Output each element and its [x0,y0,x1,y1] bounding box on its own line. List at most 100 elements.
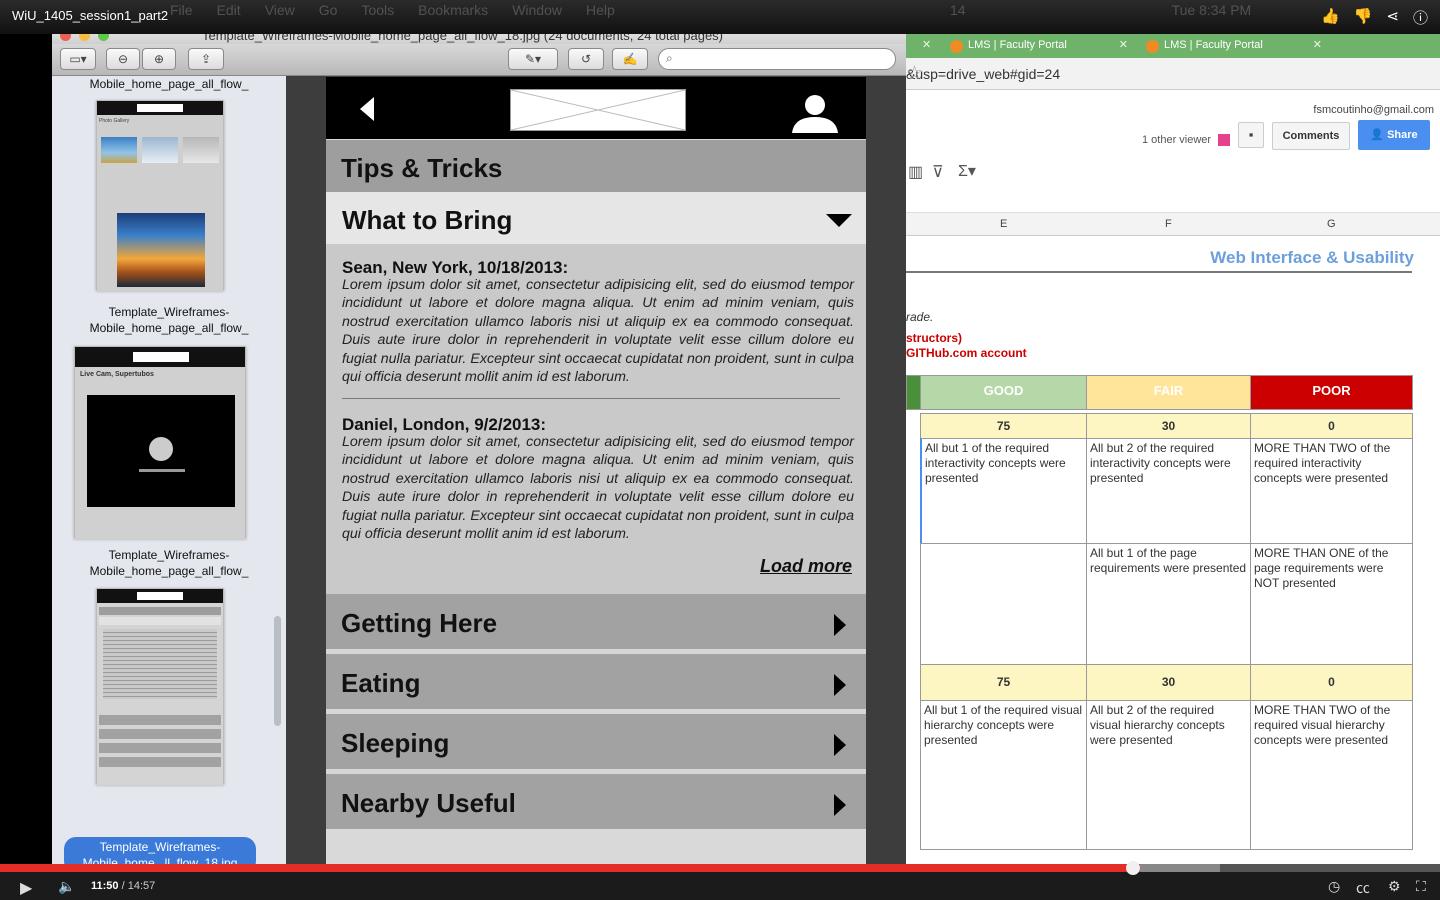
address-bar[interactable]: &usp=drive_web#gid=24 ☆ [906,58,1440,90]
chevron-down-icon [826,214,852,227]
share-icon[interactable]: ⋖ [1386,7,1399,28]
rubric-cell[interactable]: MORE THAN TWO of the required interactiv… [1250,438,1413,544]
close-tab-icon[interactable]: ✕ [1313,38,1322,51]
rubric-cell[interactable]: All but 2 of the required visual hierarc… [1086,700,1251,850]
thumbnail-page[interactable]: Photo Gallery [96,100,224,291]
accordion-label: Nearby Useful [341,788,516,818]
score-cell[interactable]: 0 [1250,413,1413,439]
close-tab-icon[interactable]: ✕ [922,38,931,51]
chevron-right-icon [834,614,846,636]
rating-header-fair[interactable]: FAIR [1086,375,1251,410]
zoom-out-button[interactable]: ⊖ [106,48,140,70]
accordion-what-to-bring[interactable]: What to Bring [326,192,866,244]
browser-tab[interactable]: LMS | Faculty Portal ✕ [942,36,1128,58]
sidebar-toggle-button[interactable]: ▭▾ [60,48,96,70]
note-text: GITHub.com account [906,346,1027,360]
account-email[interactable]: fsmcoutinho@gmail.com [1313,104,1434,116]
pen-icon: ✎▾ [524,52,542,66]
thumbnail-video [87,395,235,507]
preview-toolbar: ▭▾ ⊖ ⊕ ⇪ ✎▾ ↺ ✍ ⌕ [52,44,908,76]
rubric-cell[interactable]: All but 1 of the required visual hierarc… [920,700,1087,850]
share-button[interactable]: ⇪ [188,48,224,70]
annotate-button[interactable]: ✎▾ [508,48,558,70]
chart-icon[interactable]: ▥ [908,162,923,182]
load-more-link[interactable]: Load more [760,556,852,577]
section-title: Tips & Tricks [326,140,866,192]
filter-icon[interactable]: ⊽ [932,162,944,182]
mobile-wireframe: Tips & Tricks What to Bring Sean, New Yo… [326,77,866,868]
thumbnail-page[interactable] [96,588,224,785]
share-button[interactable]: 👤 Share [1358,120,1430,150]
zoom-out-icon: ⊖ [117,52,129,66]
accordion-eating[interactable]: Eating [326,654,866,709]
accordion-nearby-useful[interactable]: Nearby Useful [326,774,866,829]
thumbnail-label: Mobile_home_page_all_flow_ [89,77,249,91]
play-icon[interactable]: ▶ [20,878,32,898]
accordion-getting-here[interactable]: Getting Here [326,594,866,649]
rubric-cell[interactable]: All but 1 of the required interactivity … [920,438,1087,544]
like-icon[interactable]: 👍 [1321,7,1340,28]
screen: Template_Wireframes-Mobile_home_page_all… [0,0,1440,900]
review-text: Lorem ipsum dolor sit amet, consectetur … [342,277,854,386]
tab-label: LMS | Faculty Portal [968,39,1067,51]
person-icon: 👤 [1370,129,1388,141]
video-title-bar: WiU_1405_session1_part2 👍 👎 ⋖ ⓘ [0,0,1440,34]
rubric-cell[interactable]: All but 2 of the required interactivity … [1086,438,1251,544]
thumbnail-page[interactable]: Live Cam, Supertubos [74,346,246,539]
column-header-g[interactable]: G [1327,218,1336,230]
close-tab-icon[interactable]: ✕ [1119,38,1128,51]
progress-track[interactable] [0,861,1440,875]
rating-header-good[interactable]: GOOD [920,375,1087,410]
progress-scrubber[interactable] [1126,861,1140,875]
thumbnail-image [183,137,219,163]
review-author: Sean, New York, 10/18/2013: [342,258,569,277]
bookmark-star-icon[interactable]: ☆ [906,62,1432,85]
rubric-cell[interactable]: MORE THAN TWO of the required visual hie… [1250,700,1413,850]
volume-icon[interactable]: 🔈 [58,878,75,895]
play-icon [149,437,173,461]
user-profile-icon[interactable] [790,93,840,133]
rubric-cell[interactable]: All but 1 of the page requirements were … [1086,543,1251,665]
captions-icon[interactable]: ㏄ [1356,878,1370,898]
column-header-f[interactable]: F [1165,218,1172,230]
score-cell[interactable]: 30 [1086,413,1251,439]
thumbnail-label: Template_Wireframes- Mobile_home_page_al… [89,305,249,335]
rating-header-poor[interactable]: POOR [1250,375,1413,410]
comments-button[interactable]: Comments [1272,122,1350,150]
watch-later-icon[interactable]: ◷ [1328,878,1340,895]
review-divider [342,398,840,399]
edit-toolbar-button[interactable]: ✍ [612,48,648,70]
share-icon: ⇪ [200,52,212,66]
back-arrow-icon[interactable] [360,97,374,121]
lms-favicon-icon [950,40,963,53]
lms-favicon-icon [1146,40,1159,53]
thumbnail-image [101,137,137,163]
thumbnail-caption: Live Cam, Supertubos [80,371,154,378]
score-cell[interactable]: 0 [1250,664,1413,701]
rotate-button[interactable]: ↺ [568,48,604,70]
rubric-cell[interactable] [920,543,1087,665]
search-input[interactable]: ⌕ [658,48,896,70]
fullscreen-icon[interactable]: ⛶ [1416,878,1426,895]
logo-placeholder [510,89,686,131]
browser-tab[interactable]: LMS | Faculty Portal ✕ [1138,36,1322,58]
column-header-e[interactable]: E [1000,218,1007,230]
score-cell[interactable]: 30 [1086,664,1251,701]
sheet-banner-title: Web Interface & Usability [1210,248,1414,267]
rubric-cell[interactable]: MORE THAN ONE of the page requirements w… [1250,543,1413,665]
settings-gear-icon[interactable]: ⚙ [1388,878,1401,895]
thumbnail-caption: Photo Gallery [99,118,130,124]
video-controls: ▶ 🔈 11:50 / 14:57 ◷ ㏄ ⚙ ⛶ [0,861,1440,900]
zoom-in-button[interactable]: ⊕ [142,48,176,70]
score-cell[interactable]: 75 [920,413,1087,439]
chevron-right-icon [834,734,846,756]
accordion-sleeping[interactable]: Sleeping [326,714,866,769]
sidebar-scrollbar[interactable] [274,616,281,726]
functions-icon[interactable]: Σ▾ [958,161,976,181]
dislike-icon[interactable]: 👎 [1354,7,1373,28]
video-title[interactable]: WiU_1405_session1_part2 [12,8,168,23]
info-icon[interactable]: ⓘ [1413,7,1428,28]
chat-button[interactable]: ▪ [1238,122,1264,148]
score-cell[interactable]: 75 [920,664,1087,701]
chevron-right-icon [834,794,846,816]
